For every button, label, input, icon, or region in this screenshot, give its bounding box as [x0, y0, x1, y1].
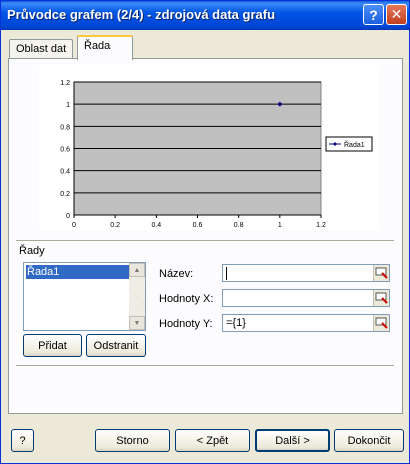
x-tick-label: 1: [278, 222, 282, 229]
separator: [16, 240, 394, 242]
chart-wizard-dialog: Průvodce grafem (2/4) - zdrojová data gr…: [0, 0, 410, 464]
collapse-dialog-icon[interactable]: [373, 265, 389, 281]
x-values-field[interactable]: [222, 289, 390, 307]
y-values-field[interactable]: ={1}: [222, 314, 390, 332]
text-caret: [226, 267, 227, 280]
title-bar: Průvodce grafem (2/4) - zdrojová data gr…: [1, 1, 409, 30]
x-tick-label: 0.4: [151, 222, 161, 229]
collapse-dialog-icon[interactable]: [373, 290, 389, 306]
tab-series[interactable]: Řada: [77, 35, 133, 60]
y-tick-label: 1: [66, 102, 70, 109]
close-button[interactable]: ✕: [386, 4, 407, 25]
chart-preview: 0 0.2 0.4 0.6 0.8 1 1.2 0 0.2 0.4 0.6 0.8 1 1.2 Řada1: [39, 65, 379, 230]
y-tick-label: 0.8: [60, 124, 70, 131]
series-tab-panel: 0 0.2 0.4 0.6 0.8 1 1.2 0 0.2 0.4 0.6 0.8 1 1.2 Řada1 …: [8, 58, 403, 414]
name-label: Název:: [159, 268, 194, 280]
y-tick-label: 0.6: [60, 147, 70, 154]
list-scrollbar[interactable]: ▲ ▼: [129, 263, 145, 330]
window-title: Průvodce grafem (2/4) - zdrojová data gr…: [7, 7, 276, 22]
x-tick-label: 0.2: [110, 222, 120, 229]
chart-svg: 0 0.2 0.4 0.6 0.8 1 1.2 0 0.2 0.4 0.6 0.8 1 1.2 Řada1: [60, 80, 373, 229]
series-list-item[interactable]: Řada1: [26, 265, 130, 279]
next-button[interactable]: Další >: [255, 429, 330, 452]
back-button[interactable]: < Zpět: [175, 429, 250, 452]
name-field[interactable]: [222, 264, 390, 282]
cancel-button[interactable]: Storno: [95, 429, 170, 452]
x-tick-label: 0.6: [193, 222, 203, 229]
remove-series-button[interactable]: Odstranit: [86, 334, 146, 357]
series-listbox[interactable]: Řada1 ▲ ▼: [23, 262, 146, 331]
x-tick-label: 0.8: [234, 222, 244, 229]
y-tick-label: 0: [66, 213, 70, 220]
series-group-label: Řady: [19, 245, 45, 257]
y-values-label: Hodnoty Y:: [159, 318, 213, 330]
tab-data-range[interactable]: Oblast dat: [9, 39, 74, 59]
y-tick-label: 0.4: [60, 169, 70, 176]
add-series-button[interactable]: Přidat: [23, 334, 82, 357]
scroll-up-icon[interactable]: ▲: [129, 263, 145, 277]
collapse-dialog-icon[interactable]: [373, 315, 389, 331]
x-tick-label: 0: [72, 222, 76, 229]
finish-button[interactable]: Dokončit: [334, 429, 404, 452]
y-tick-label: 1.2: [60, 80, 70, 87]
y-tick-label: 0.2: [60, 191, 70, 198]
y-values-value: ={1}: [226, 317, 246, 329]
x-values-label: Hodnoty X:: [159, 293, 214, 305]
x-tick-label: 1.2: [316, 222, 326, 229]
scroll-down-icon[interactable]: ▼: [129, 316, 145, 330]
help-title-button[interactable]: ?: [363, 4, 384, 25]
help-icon[interactable]: ?: [11, 429, 34, 452]
legend-label: Řada1: [344, 140, 365, 149]
separator: [16, 365, 394, 367]
